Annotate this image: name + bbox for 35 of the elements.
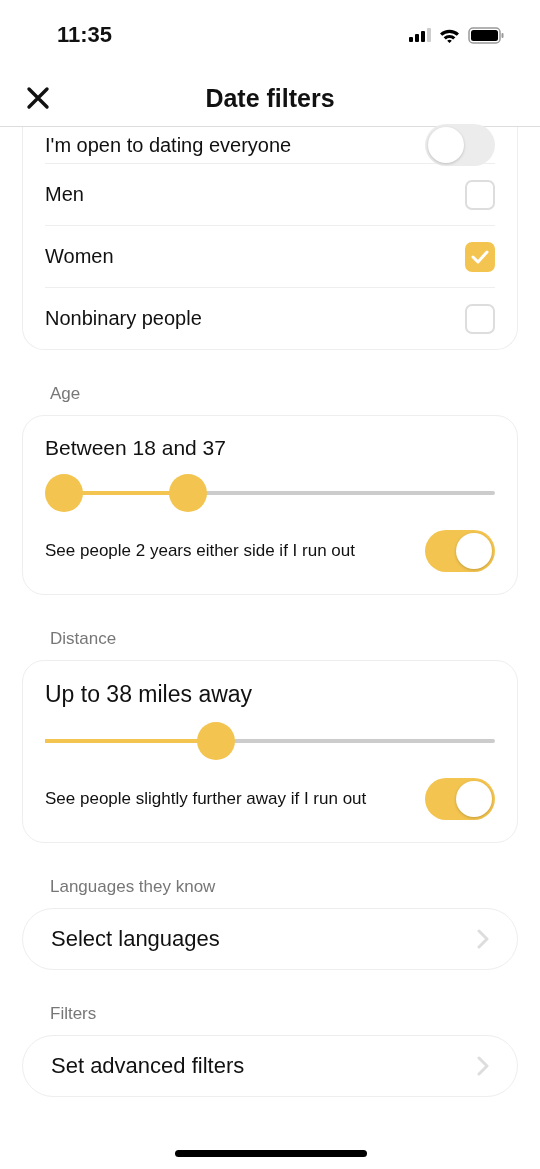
section-heading: Filters: [49, 1003, 98, 1025]
option-label: Women: [45, 245, 114, 268]
toggle-switch[interactable]: [425, 124, 495, 166]
toggle-switch[interactable]: [425, 778, 495, 820]
option-label: See people 2 years either side if I run out: [45, 540, 355, 562]
distance-text: Up to 38 miles away: [45, 681, 254, 708]
check-icon: [471, 249, 489, 264]
slider-track[interactable]: [45, 474, 495, 512]
slider-thumb[interactable]: [197, 722, 236, 760]
battery-icon: [468, 26, 504, 44]
option-label: Men: [45, 183, 84, 206]
menu-row[interactable]: Set advanced filters: [22, 1035, 518, 1097]
menu-row[interactable]: Select languages: [22, 908, 518, 970]
page-title: Date filters: [205, 83, 335, 113]
status-time: 11:35: [57, 22, 113, 48]
chevron-right-icon: [477, 929, 489, 949]
signal-icon: [409, 28, 431, 42]
option-label: See people slightly further away if I run out: [45, 788, 367, 810]
slider-track[interactable]: [45, 722, 495, 760]
chevron-right-icon: [477, 1056, 489, 1076]
checkbox[interactable]: [465, 303, 495, 334]
option-label: Nonbinary people: [45, 307, 202, 330]
section-heading: Languages they know: [49, 876, 217, 898]
toggle-switch[interactable]: [425, 530, 495, 572]
age-range-text: Between 18 and 37: [45, 436, 227, 460]
close-icon: [26, 86, 50, 110]
wifi-icon: [439, 27, 460, 43]
checkbox[interactable]: [465, 179, 495, 210]
option-label: I'm open to dating everyone: [45, 133, 292, 157]
slider-thumb[interactable]: [45, 474, 83, 512]
slider-thumb[interactable]: [168, 474, 207, 512]
checkbox[interactable]: [465, 241, 495, 272]
section-heading: Age: [49, 383, 82, 405]
close-button[interactable]: [26, 86, 50, 110]
section-heading: Distance: [49, 628, 118, 650]
